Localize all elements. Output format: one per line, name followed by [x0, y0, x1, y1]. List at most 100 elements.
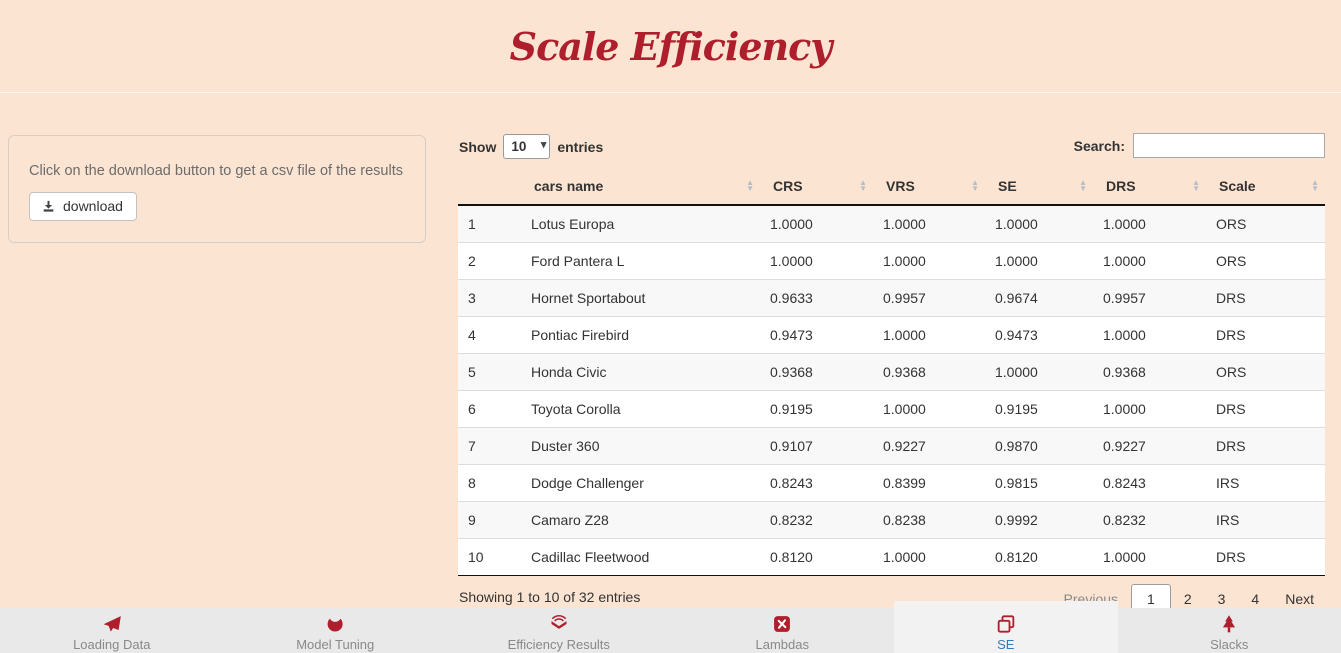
nav-tab-label: Lambdas	[756, 637, 809, 652]
table-row: 2Ford Pantera L1.00001.00001.00001.0000O…	[458, 242, 1325, 279]
table-cell: 0.8243	[1093, 464, 1206, 501]
table-cell: 0.9368	[1093, 353, 1206, 390]
table-cell: 0.9815	[985, 464, 1093, 501]
crescent-icon	[323, 614, 347, 634]
row-number-cell: 5	[458, 353, 521, 390]
row-number-cell: 9	[458, 501, 521, 538]
show-label: Show	[459, 139, 496, 155]
nav-tab-efficiency-results[interactable]: Efficiency Results	[447, 608, 671, 653]
table-cell: 1.0000	[1093, 316, 1206, 353]
results-table: cars name▲▼CRS▲▼VRS▲▼SE▲▼DRS▲▼Scale▲▼ 1L…	[458, 168, 1325, 576]
entries-label: entries	[557, 139, 603, 155]
table-cell: 0.9107	[760, 427, 873, 464]
column-header-se[interactable]: SE▲▼	[985, 168, 1093, 205]
table-row: 3Hornet Sportabout0.96330.99570.96740.99…	[458, 279, 1325, 316]
page-header: Scale Efficiency	[0, 0, 1341, 93]
search-label: Search:	[1074, 138, 1125, 154]
sort-icon: ▲▼	[1311, 180, 1319, 192]
table-cell: 0.9870	[985, 427, 1093, 464]
sort-icon: ▲▼	[1192, 180, 1200, 192]
table-cell: ORS	[1206, 242, 1325, 279]
table-cell: 1.0000	[873, 390, 985, 427]
nav-tab-slacks[interactable]: Slacks	[1118, 608, 1341, 653]
row-number-cell: 2	[458, 242, 521, 279]
table-cell: DRS	[1206, 390, 1325, 427]
sort-icon: ▲▼	[746, 180, 754, 192]
page-title: Scale Efficiency	[510, 24, 832, 69]
column-header-scale[interactable]: Scale▲▼	[1206, 168, 1325, 205]
table-cell: 1.0000	[873, 538, 985, 575]
download-panel: Click on the download button to get a cs…	[8, 135, 426, 243]
table-cell: 0.9473	[985, 316, 1093, 353]
column-header-drs[interactable]: DRS▲▼	[1093, 168, 1206, 205]
column-header-cars-name[interactable]: cars name ▲▼	[521, 168, 760, 205]
table-cell: Duster 360	[521, 427, 760, 464]
sort-icon: ▲▼	[971, 180, 979, 192]
table-cell: 1.0000	[1093, 538, 1206, 575]
nav-tab-se[interactable]: SE	[894, 601, 1118, 653]
table-cell: Dodge Challenger	[521, 464, 760, 501]
table-cell: 0.8399	[873, 464, 985, 501]
nav-tab-loading-data[interactable]: Loading Data	[0, 608, 224, 653]
table-row: 5Honda Civic0.93680.93681.00000.9368ORS	[458, 353, 1325, 390]
table-cell: Camaro Z28	[521, 501, 760, 538]
table-row: 4Pontiac Firebird0.94731.00000.94731.000…	[458, 316, 1325, 353]
table-body: 1Lotus Europa1.00001.00001.00001.0000ORS…	[458, 205, 1325, 575]
table-cell: 0.9957	[1093, 279, 1206, 316]
table-cell: 0.9227	[1093, 427, 1206, 464]
column-header-label: SE	[998, 178, 1017, 194]
table-cell: 0.9674	[985, 279, 1093, 316]
table-cell: Cadillac Fleetwood	[521, 538, 760, 575]
table-cell: 1.0000	[873, 205, 985, 242]
table-cell: 1.0000	[1093, 242, 1206, 279]
row-number-cell: 1	[458, 205, 521, 242]
table-cell: 0.9227	[873, 427, 985, 464]
column-header-label: cars name	[534, 178, 603, 194]
table-cell: DRS	[1206, 538, 1325, 575]
row-number-cell: 6	[458, 390, 521, 427]
table-cell: 1.0000	[985, 205, 1093, 242]
table-row: 10Cadillac Fleetwood0.81201.00000.81201.…	[458, 538, 1325, 575]
download-button-label: download	[63, 198, 123, 214]
table-cell: 1.0000	[1093, 205, 1206, 242]
table-cell: 0.9195	[760, 390, 873, 427]
download-icon	[41, 199, 56, 214]
row-number-cell: 10	[458, 538, 521, 575]
table-cell: 0.9368	[760, 353, 873, 390]
row-number-cell: 8	[458, 464, 521, 501]
table-cell: 0.8238	[873, 501, 985, 538]
table-cell: DRS	[1206, 316, 1325, 353]
column-header-vrs[interactable]: VRS▲▼	[873, 168, 985, 205]
search-input[interactable]	[1133, 133, 1325, 158]
nav-tab-model-tuning[interactable]: Model Tuning	[224, 608, 448, 653]
table-cell: 0.8232	[1093, 501, 1206, 538]
table-cell: 1.0000	[985, 353, 1093, 390]
table-cell: 0.8243	[760, 464, 873, 501]
nav-tab-label: Efficiency Results	[508, 637, 610, 652]
table-cell: 0.8232	[760, 501, 873, 538]
column-header-label: CRS	[773, 178, 803, 194]
table-cell: Ford Pantera L	[521, 242, 760, 279]
download-button[interactable]: download	[29, 192, 137, 221]
column-header-crs[interactable]: CRS▲▼	[760, 168, 873, 205]
nav-tab-label: SE	[997, 637, 1014, 652]
table-cell: 0.8120	[985, 538, 1093, 575]
sound-waves-icon	[547, 614, 571, 634]
scale-efficiency-page: Scale Efficiency Click on the download b…	[0, 0, 1341, 653]
nav-tab-label: Loading Data	[73, 637, 150, 652]
table-cell: 0.9368	[873, 353, 985, 390]
table-cell: 0.8120	[760, 538, 873, 575]
table-cell: DRS	[1206, 279, 1325, 316]
page-length-select[interactable]: 10	[503, 134, 550, 159]
nav-tab-lambdas[interactable]: Lambdas	[671, 608, 895, 653]
table-cell: Pontiac Firebird	[521, 316, 760, 353]
table-info: Showing 1 to 10 of 32 entries	[459, 589, 640, 605]
paper-plane-icon	[100, 614, 124, 634]
column-header-blank	[458, 168, 521, 205]
table-header-row: cars name▲▼CRS▲▼VRS▲▼SE▲▼DRS▲▼Scale▲▼	[458, 168, 1325, 205]
table-row: 6Toyota Corolla0.91951.00000.91951.0000D…	[458, 390, 1325, 427]
nav-tab-label: Model Tuning	[296, 637, 374, 652]
row-number-cell: 3	[458, 279, 521, 316]
table-row: 1Lotus Europa1.00001.00001.00001.0000ORS	[458, 205, 1325, 242]
table-row: 7Duster 3600.91070.92270.98700.9227DRS	[458, 427, 1325, 464]
